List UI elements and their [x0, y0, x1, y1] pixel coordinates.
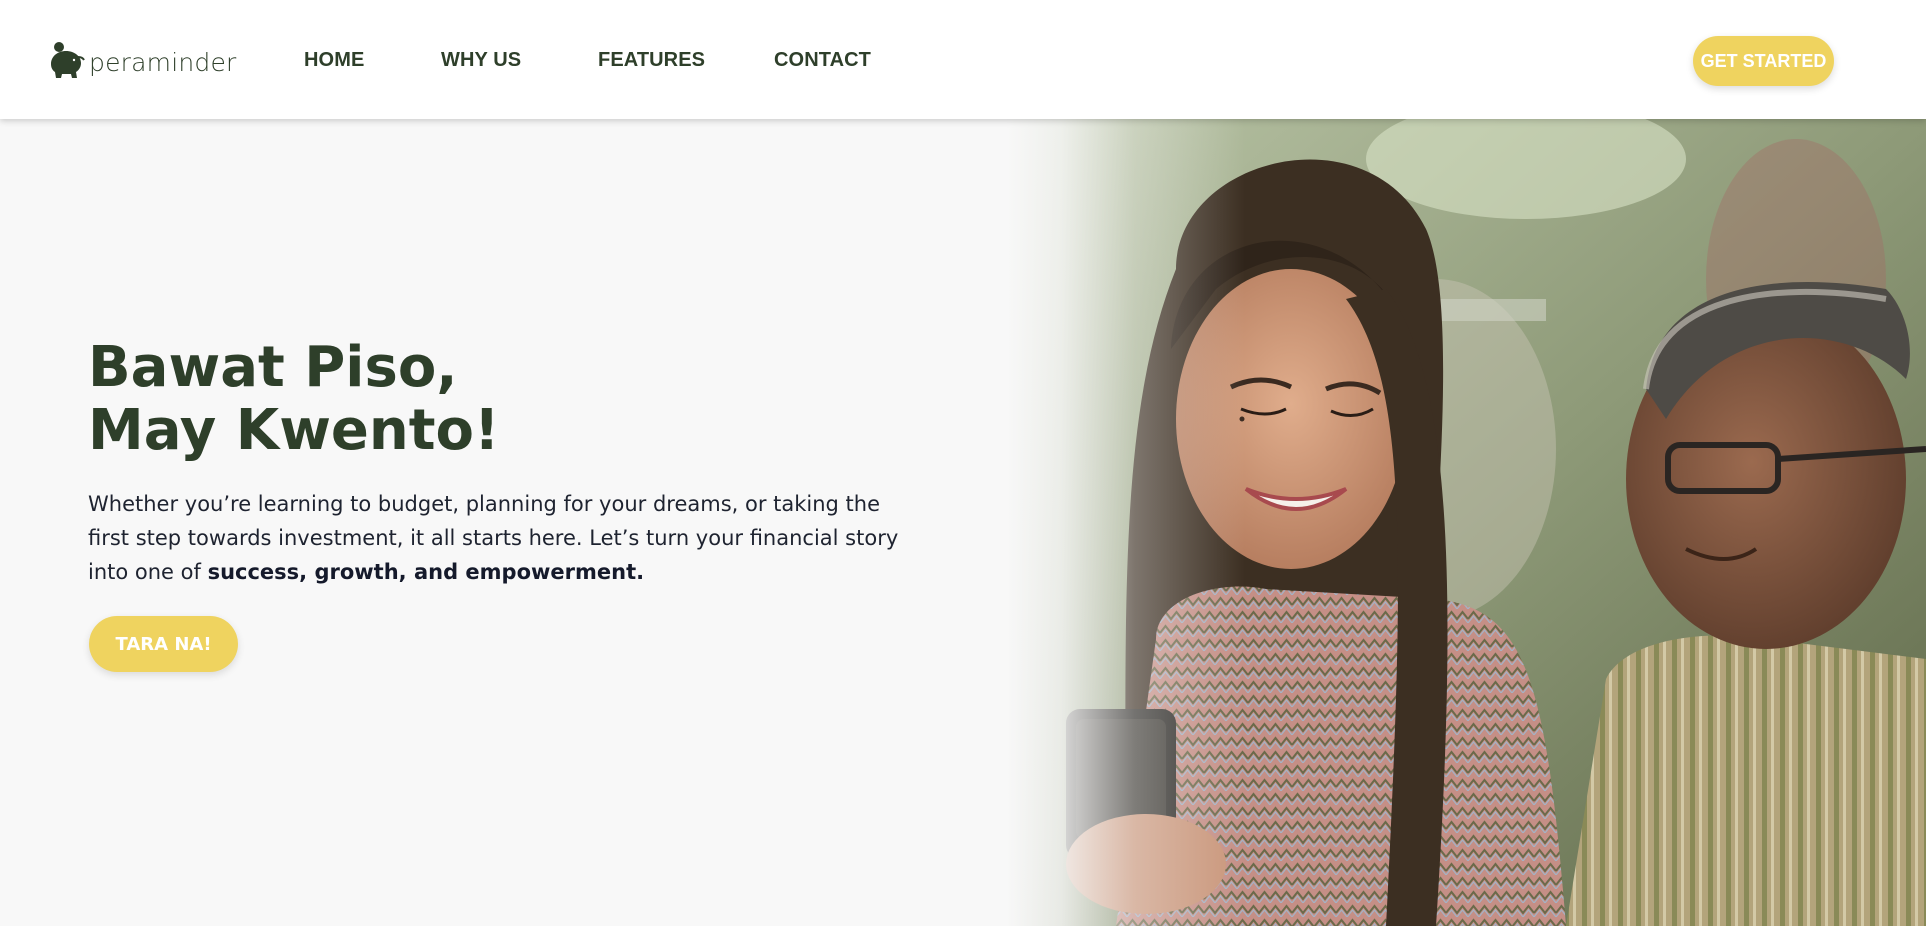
hero-title-line-2: May Kwento! [88, 398, 500, 463]
piggy-bank-icon [47, 40, 85, 85]
tara-na-button[interactable]: TARA NA! [89, 616, 238, 672]
nav-link-contact[interactable]: CONTACT [774, 49, 871, 72]
hero-title: Bawat Piso, May Kwento! [88, 336, 788, 462]
hero-description: Whether you’re learning to budget, plann… [88, 487, 908, 589]
nav-link-why-us[interactable]: WHY US [441, 49, 521, 72]
nav-link-features[interactable]: FEATURES [598, 49, 705, 72]
hero-description-emphasis: success, growth, and empowerment. [207, 560, 645, 584]
brand-logo[interactable]: peraminder [47, 41, 237, 83]
brand-name: peraminder [89, 47, 237, 77]
photo-fade-overlay [1006, 119, 1926, 926]
navbar: peraminder HOME WHY US FEATURES CONTACT … [0, 0, 1926, 119]
get-started-button[interactable]: GET STARTED [1693, 36, 1834, 86]
hero-photo [1006, 119, 1926, 926]
hero-title-line-1: Bawat Piso, [88, 335, 458, 400]
nav-link-home[interactable]: HOME [304, 49, 364, 72]
